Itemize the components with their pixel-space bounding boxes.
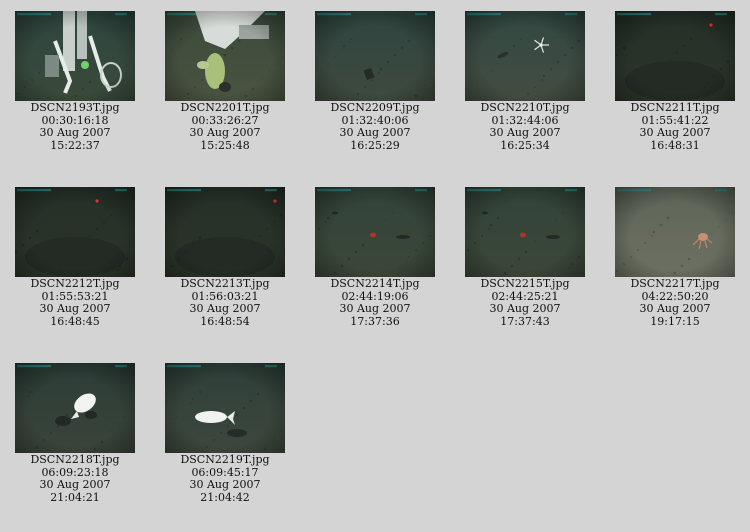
thumbnail-cell[interactable]: DSCN2211T.jpg 01:55:41:22 30 Aug 2007 16:48… [600, 11, 750, 152]
thumbnail-date: 30 Aug 2007 [489, 302, 561, 316]
thumbnail-image[interactable] [315, 11, 435, 101]
thumbnail-image[interactable] [315, 187, 435, 277]
thumbnail-filename[interactable]: DSCN2209T.jpg [300, 101, 450, 115]
thumbnail-image[interactable] [615, 187, 735, 277]
thumbnail-caption: DSCN2210T.jpg 01:32:44:06 30 Aug 2007 16:25… [450, 101, 600, 152]
thumbnail-caption: DSCN2217T.jpg 04:22:50:20 30 Aug 2007 19:17… [600, 277, 750, 328]
thumbnail-date: 30 Aug 2007 [39, 478, 111, 492]
thumbnail-cell[interactable]: DSCN2213T.jpg 01:56:03:21 30 Aug 2007 16:48… [150, 187, 300, 328]
thumbnail-image[interactable] [15, 11, 135, 101]
thumbnail-date: 30 Aug 2007 [639, 126, 711, 140]
thumbnail-time: 16:25:34 [500, 138, 550, 152]
thumbnail-date: 30 Aug 2007 [39, 126, 111, 140]
thumbnail-date: 30 Aug 2007 [189, 302, 261, 316]
thumbnail-image[interactable] [165, 11, 285, 101]
thumbnail-filename[interactable]: DSCN2212T.jpg [0, 277, 150, 291]
thumbnail-date: 30 Aug 2007 [339, 126, 411, 140]
thumbnail-time: 19:17:15 [650, 314, 700, 328]
thumbnail-cell[interactable]: DSCN2214T.jpg 02:44:19:06 30 Aug 2007 17:37… [300, 187, 450, 328]
thumbnail-gallery: DSCN2193T.jpg 00:30:16:18 30 Aug 2007 15:22… [0, 0, 750, 532]
thumbnail-filename[interactable]: DSCN2213T.jpg [150, 277, 300, 291]
thumbnail-time: 16:48:31 [650, 138, 700, 152]
thumbnail-filename[interactable]: DSCN2219T.jpg [150, 453, 300, 467]
thumbnail-caption: DSCN2211T.jpg 01:55:41:22 30 Aug 2007 16:48… [600, 101, 750, 152]
thumbnail-cell[interactable]: DSCN2217T.jpg 04:22:50:20 30 Aug 2007 19:17… [600, 187, 750, 328]
thumbnail-date: 30 Aug 2007 [489, 126, 561, 140]
thumbnail-image[interactable] [165, 363, 285, 453]
thumbnail-caption: DSCN2201T.jpg 00:33:26:27 30 Aug 2007 15:25… [150, 101, 300, 152]
thumbnail-filename[interactable]: DSCN2217T.jpg [600, 277, 750, 291]
thumbnail-filename[interactable]: DSCN2214T.jpg [300, 277, 450, 291]
thumbnail-time: 16:25:29 [350, 138, 400, 152]
thumbnail-image[interactable] [15, 363, 135, 453]
thumbnail-date: 30 Aug 2007 [39, 302, 111, 316]
thumbnail-time: 21:04:42 [200, 490, 250, 504]
thumbnail-filename[interactable]: DSCN2218T.jpg [0, 453, 150, 467]
thumbnail-time: 16:48:54 [200, 314, 250, 328]
thumbnail-caption: DSCN2215T.jpg 02:44:25:21 30 Aug 2007 17:37… [450, 277, 600, 328]
thumbnail-image[interactable] [465, 11, 585, 101]
thumbnail-date: 30 Aug 2007 [189, 126, 261, 140]
thumbnail-filename[interactable]: DSCN2211T.jpg [600, 101, 750, 115]
thumbnail-time: 17:37:43 [500, 314, 550, 328]
thumbnail-caption: DSCN2218T.jpg 06:09:23:18 30 Aug 2007 21:04… [0, 453, 150, 504]
thumbnail-caption: DSCN2209T.jpg 01:32:40:06 30 Aug 2007 16:25… [300, 101, 450, 152]
thumbnail-cell[interactable]: DSCN2193T.jpg 00:30:16:18 30 Aug 2007 15:22… [0, 11, 150, 152]
thumbnail-filename[interactable]: DSCN2201T.jpg [150, 101, 300, 115]
thumbnail-time: 15:25:48 [200, 138, 250, 152]
thumbnail-caption: DSCN2193T.jpg 00:30:16:18 30 Aug 2007 15:22… [0, 101, 150, 152]
thumbnail-time: 17:37:36 [350, 314, 400, 328]
thumbnail-cell[interactable]: DSCN2201T.jpg 00:33:26:27 30 Aug 2007 15:25… [150, 11, 300, 152]
thumbnail-caption: DSCN2213T.jpg 01:56:03:21 30 Aug 2007 16:48… [150, 277, 300, 328]
thumbnail-date: 30 Aug 2007 [189, 478, 261, 492]
thumbnail-cell[interactable]: DSCN2215T.jpg 02:44:25:21 30 Aug 2007 17:37… [450, 187, 600, 328]
thumbnail-image[interactable] [615, 11, 735, 101]
thumbnail-caption: DSCN2212T.jpg 01:55:53:21 30 Aug 2007 16:48… [0, 277, 150, 328]
thumbnail-caption: DSCN2219T.jpg 06:09:45:17 30 Aug 2007 21:04… [150, 453, 300, 504]
thumbnail-date: 30 Aug 2007 [339, 302, 411, 316]
thumbnail-cell[interactable]: DSCN2212T.jpg 01:55:53:21 30 Aug 2007 16:48… [0, 187, 150, 328]
thumbnail-filename[interactable]: DSCN2210T.jpg [450, 101, 600, 115]
thumbnail-time: 16:48:45 [50, 314, 100, 328]
thumbnail-cell[interactable]: DSCN2218T.jpg 06:09:23:18 30 Aug 2007 21:04… [0, 363, 150, 504]
thumbnail-filename[interactable]: DSCN2193T.jpg [0, 101, 150, 115]
thumbnail-time: 21:04:21 [50, 490, 100, 504]
thumbnail-image[interactable] [165, 187, 285, 277]
thumbnail-time: 15:22:37 [50, 138, 100, 152]
thumbnail-cell[interactable]: DSCN2209T.jpg 01:32:40:06 30 Aug 2007 16:25… [300, 11, 450, 152]
thumbnail-cell[interactable]: DSCN2210T.jpg 01:32:44:06 30 Aug 2007 16:25… [450, 11, 600, 152]
thumbnail-image[interactable] [465, 187, 585, 277]
thumbnail-date: 30 Aug 2007 [639, 302, 711, 316]
thumbnail-cell[interactable]: DSCN2219T.jpg 06:09:45:17 30 Aug 2007 21:04… [150, 363, 300, 504]
thumbnail-caption: DSCN2214T.jpg 02:44:19:06 30 Aug 2007 17:37… [300, 277, 450, 328]
thumbnail-filename[interactable]: DSCN2215T.jpg [450, 277, 600, 291]
thumbnail-image[interactable] [15, 187, 135, 277]
